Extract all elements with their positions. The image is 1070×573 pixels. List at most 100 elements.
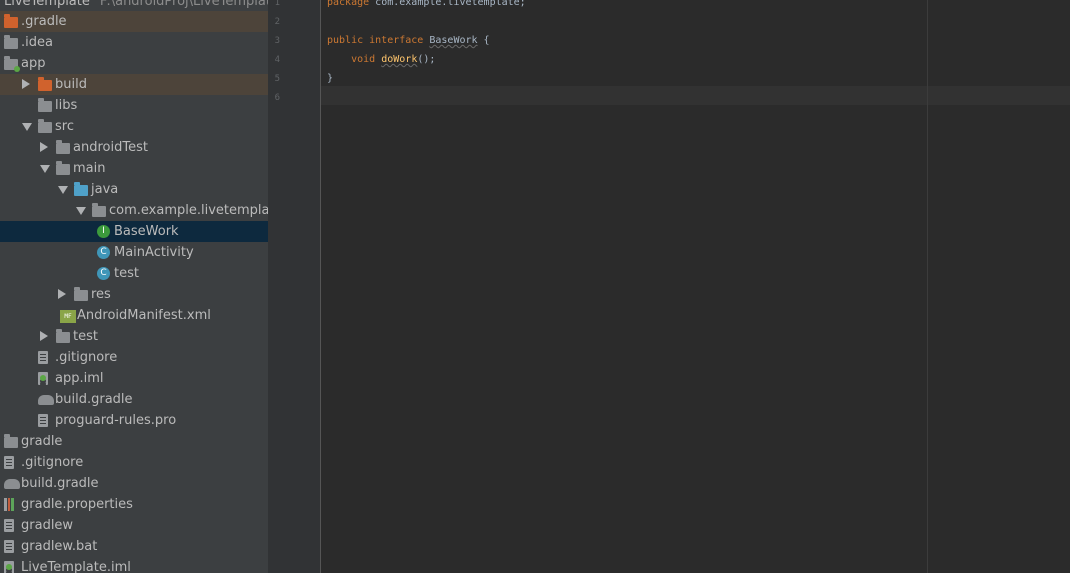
manifest-icon: MF — [60, 310, 76, 323]
class-icon: C — [97, 267, 110, 280]
tree-item[interactable]: app.iml — [0, 368, 268, 389]
tree-item[interactable]: C MainActivity — [0, 242, 268, 263]
tree-item[interactable]: res — [0, 284, 268, 305]
folder-icon — [38, 119, 52, 133]
tree-item[interactable]: src — [0, 116, 268, 137]
tree-item-label: gradle.properties — [21, 497, 133, 512]
collapsed-arrow-icon[interactable] — [40, 331, 48, 341]
tree-item[interactable]: gradle.properties — [0, 494, 268, 515]
tree-item[interactable]: MF AndroidManifest.xml — [0, 305, 268, 326]
class-icon: C — [97, 246, 110, 259]
collapsed-arrow-icon[interactable] — [22, 79, 30, 89]
tree-item[interactable]: androidTest — [0, 137, 268, 158]
tree-item-label: gradlew — [21, 518, 74, 533]
line-number: 4 — [274, 55, 280, 65]
tree-item-label: java — [91, 182, 119, 197]
project-header[interactable]: LiveTemplate F:\androidProj\LiveTemplate — [4, 0, 268, 9]
text-file-icon — [4, 519, 14, 532]
folder-orange-icon — [4, 14, 18, 28]
tree-item-label: com.example.livetemplate — [109, 203, 268, 218]
tree-item[interactable]: build.gradle — [0, 473, 268, 494]
properties-icon — [4, 498, 14, 511]
tree-item[interactable]: com.example.livetemplate — [0, 200, 268, 221]
line-number: 2 — [274, 17, 280, 27]
tree-item[interactable]: gradlew — [0, 515, 268, 536]
tree-item-label: app.iml — [55, 371, 104, 386]
project-tree-panel: LiveTemplate F:\androidProj\LiveTemplate … — [0, 0, 268, 573]
text-file-icon — [4, 456, 14, 469]
tree-item-label: .gradle — [21, 14, 67, 29]
tree-item-label: app — [21, 56, 46, 71]
tree-item[interactable]: Ctest — [0, 263, 268, 284]
expanded-arrow-icon[interactable] — [40, 165, 50, 173]
tree-item-label: BaseWork — [114, 224, 179, 239]
tree-item-label: proguard-rules.pro — [55, 413, 177, 428]
folder-icon — [56, 140, 70, 154]
tree-item[interactable]: libs — [0, 95, 268, 116]
tree-item[interactable]: app — [0, 53, 268, 74]
tree-item-label: test — [73, 329, 98, 344]
tree-item[interactable]: test — [0, 326, 268, 347]
tree-item-label: main — [73, 161, 106, 176]
tree-item-label: .idea — [21, 35, 53, 50]
keyword-token: package — [327, 0, 370, 8]
tree-item[interactable]: build — [0, 74, 268, 95]
collapsed-arrow-icon[interactable] — [40, 142, 48, 152]
iml-file-icon — [4, 561, 14, 573]
expanded-arrow-icon[interactable] — [22, 123, 32, 131]
tree-item[interactable]: .idea — [0, 32, 268, 53]
type-name-token: BaseWork — [429, 35, 478, 46]
tree-item-label: MainActivity — [114, 245, 194, 260]
current-line-highlight — [321, 86, 1070, 105]
tree-item-label: gradle — [21, 434, 63, 449]
tree-item-label: libs — [55, 98, 78, 113]
tree-item[interactable]: .gitignore — [0, 347, 268, 368]
package-icon — [92, 203, 106, 217]
tree-item-label: res — [91, 287, 111, 302]
code-line: void doWork(); — [351, 54, 436, 65]
editor-gutter: 1 2 3 4 5 6 — [268, 0, 321, 573]
tree-item-label: gradlew.bat — [21, 539, 98, 554]
tree-item[interactable]: I BaseWork — [0, 221, 268, 242]
code-line: package com.example.livetemplate; — [327, 0, 526, 8]
tree-item[interactable]: .gradle — [0, 11, 268, 32]
code-editor[interactable]: package com.example.livetemplate; public … — [321, 0, 1070, 573]
tree-item[interactable]: proguard-rules.pro — [0, 410, 268, 431]
tree-item[interactable]: .gitignore — [0, 452, 268, 473]
tree-item[interactable]: gradlew.bat — [0, 536, 268, 557]
text-file-icon — [38, 414, 48, 427]
collapsed-arrow-icon[interactable] — [58, 289, 66, 299]
project-name: LiveTemplate — [4, 0, 90, 9]
tree-item-label: AndroidManifest.xml — [77, 308, 211, 323]
folder-icon — [56, 329, 70, 343]
tree-item[interactable]: build.gradle — [0, 389, 268, 410]
tree-item-label: LiveTemplate.iml — [21, 560, 131, 573]
folder-icon — [38, 98, 52, 112]
expanded-arrow-icon[interactable] — [76, 207, 86, 215]
res-folder-icon — [74, 287, 88, 301]
keyword-token: void — [351, 54, 376, 65]
folder-icon — [4, 434, 18, 448]
code-line: public interface BaseWork { — [327, 35, 490, 46]
tree-item-label: .gitignore — [21, 455, 84, 470]
gradle-icon — [4, 479, 20, 489]
line-number: 5 — [274, 74, 280, 84]
iml-file-icon — [38, 372, 48, 385]
folder-icon — [4, 35, 18, 49]
method-name-token: doWork — [381, 54, 418, 65]
tree-item[interactable]: main — [0, 158, 268, 179]
folder-icon — [56, 161, 70, 175]
line-number: 3 — [274, 36, 280, 46]
tree-item-label: src — [55, 119, 74, 134]
tree-item[interactable]: LiveTemplate.iml — [0, 557, 268, 573]
tree-item-label: build — [55, 77, 87, 92]
text-file-icon — [38, 351, 48, 364]
tree-item[interactable]: gradle — [0, 431, 268, 452]
keyword-token: public interface — [327, 35, 424, 46]
line-number: 1 — [274, 0, 280, 8]
right-margin-guide — [927, 0, 928, 573]
expanded-arrow-icon[interactable] — [58, 186, 68, 194]
tree-item[interactable]: java — [0, 179, 268, 200]
text-file-icon — [4, 540, 14, 553]
project-path: F:\androidProj\LiveTemplate — [99, 0, 268, 9]
